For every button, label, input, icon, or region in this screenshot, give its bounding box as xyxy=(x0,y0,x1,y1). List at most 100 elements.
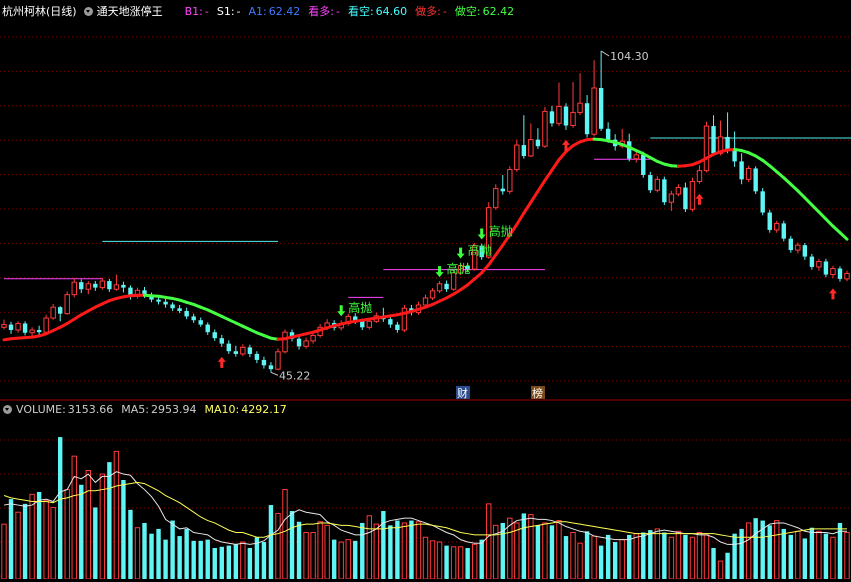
indicator-value: 64.60 xyxy=(375,5,408,18)
volume-bar xyxy=(619,539,625,580)
candle xyxy=(528,139,534,157)
indicator-name[interactable]: 通天地涨停王 xyxy=(97,5,163,18)
candle xyxy=(303,340,309,347)
buy-arrow-icon xyxy=(217,356,226,368)
volume-bar xyxy=(486,503,492,580)
candle xyxy=(493,188,499,209)
low-marker xyxy=(270,371,279,376)
sell-arrow-icon xyxy=(435,266,444,278)
candle xyxy=(36,330,42,333)
sell-signal-label: 高抛 xyxy=(447,261,471,276)
indicator-label: 做空: xyxy=(454,5,481,18)
volume-bar xyxy=(479,539,484,579)
candle xyxy=(1,324,7,328)
volume-bar xyxy=(360,522,365,579)
candle xyxy=(654,178,661,191)
volume-bar xyxy=(514,522,520,580)
volume-bar xyxy=(788,534,793,579)
candle xyxy=(633,154,639,160)
volume-bar xyxy=(177,536,182,579)
kline-chart-area[interactable]: 高抛 高抛 高抛 高抛 104.30 45.22 财榜 杭州柯林(日线) 通天地涨停王 B1: -… xyxy=(0,0,851,580)
indicator-value: - xyxy=(204,5,209,18)
stock-name[interactable]: 杭州柯林(日线) xyxy=(2,5,77,18)
indicator-value: 62.42 xyxy=(268,5,301,18)
volume-bar xyxy=(353,540,358,579)
volume-bar xyxy=(795,530,801,580)
volume-bar xyxy=(415,521,422,580)
volume-bar xyxy=(22,503,28,579)
candle xyxy=(584,103,590,135)
candle xyxy=(711,126,716,154)
high-price-label: 104.30 xyxy=(610,50,649,63)
candle xyxy=(43,317,49,333)
candle xyxy=(535,139,541,147)
candle xyxy=(703,125,710,172)
volume-bar xyxy=(163,539,168,579)
volume-bar xyxy=(711,547,716,579)
candle xyxy=(514,144,520,171)
volume-bar xyxy=(471,543,478,580)
candle xyxy=(233,351,239,354)
candle xyxy=(556,105,562,124)
volume-bar xyxy=(429,540,436,580)
volume-bar xyxy=(113,450,120,580)
candle xyxy=(184,310,189,317)
candle xyxy=(93,283,98,288)
volume-bar xyxy=(739,528,744,579)
candle xyxy=(816,260,822,268)
high-marker xyxy=(600,50,610,57)
candle xyxy=(570,111,576,127)
volume-bar xyxy=(310,531,316,580)
volume-bar xyxy=(79,484,84,579)
volume-bar xyxy=(64,489,70,580)
volume-bar xyxy=(296,521,302,579)
volume-bar xyxy=(128,509,133,579)
ma-line xyxy=(536,178,547,193)
sell-arrow-icon xyxy=(456,247,465,259)
chart-svg[interactable]: 高抛高抛高抛高抛104.3045.22财榜 xyxy=(0,0,851,580)
candle xyxy=(648,175,653,191)
volume-bar xyxy=(521,513,527,579)
volume-bar xyxy=(303,531,309,580)
buy-arrow-icon xyxy=(828,288,837,300)
volume-bar xyxy=(212,547,217,579)
volume-bar xyxy=(774,520,780,580)
volume-bar xyxy=(43,499,49,580)
ma-line xyxy=(515,211,526,227)
dropdown-icon[interactable] xyxy=(3,405,12,414)
candle xyxy=(683,187,688,210)
volume-bar xyxy=(71,455,77,580)
volume-bar xyxy=(29,493,35,580)
candle xyxy=(774,222,780,231)
candle xyxy=(156,299,161,302)
volume-bar xyxy=(577,542,583,580)
candle xyxy=(247,347,253,354)
ma-line xyxy=(529,189,540,204)
candle xyxy=(563,106,569,126)
sell-signal-label: 高抛 xyxy=(468,243,492,258)
candle xyxy=(444,283,449,290)
indicator-label: S1: xyxy=(216,5,235,18)
volume-bar xyxy=(8,499,14,579)
volume-bar xyxy=(605,534,611,579)
volume-bar xyxy=(627,534,632,579)
volume-bar xyxy=(450,546,457,580)
indicator-values: B1: - S1: - A1: 62.42 看多: - 看空: 64.60 做多: - 做空: 62.42 xyxy=(185,5,523,18)
volume-bar xyxy=(542,522,548,580)
volume-bar xyxy=(570,531,576,580)
volume-bar xyxy=(170,520,175,579)
candle xyxy=(170,304,175,309)
sell-signal-label: 高抛 xyxy=(348,300,372,315)
volume-bar xyxy=(591,535,597,580)
volume-bar xyxy=(282,489,288,580)
volume-bar xyxy=(317,521,323,580)
dropdown-icon[interactable] xyxy=(83,7,93,16)
candle xyxy=(591,87,597,135)
candle xyxy=(598,87,604,129)
candle xyxy=(788,238,793,251)
volume-bar xyxy=(528,514,534,580)
volume-stat-label: MA10: xyxy=(204,403,240,416)
candle xyxy=(422,297,429,306)
volume-bar xyxy=(401,522,408,580)
candle xyxy=(549,111,555,124)
